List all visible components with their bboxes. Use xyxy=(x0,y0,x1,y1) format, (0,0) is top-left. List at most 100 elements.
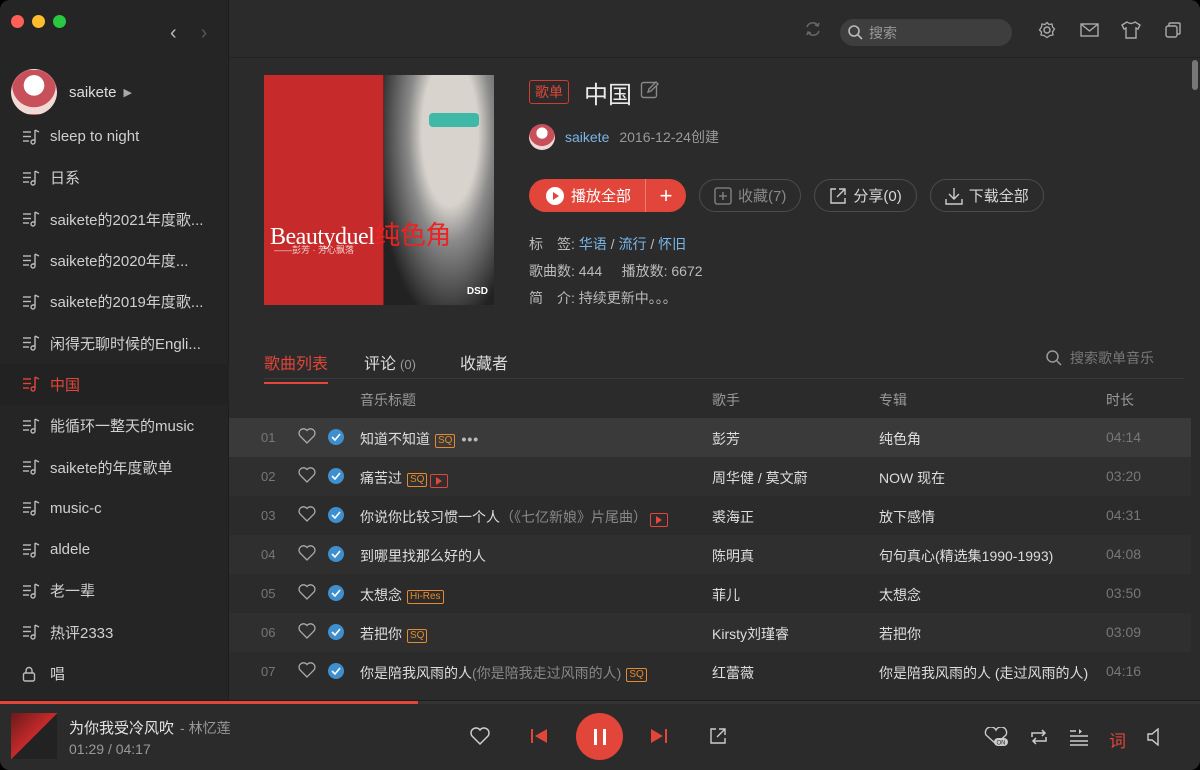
mail-icon[interactable] xyxy=(1079,20,1099,40)
check-icon[interactable] xyxy=(328,585,344,601)
song-artist[interactable]: Kirsty刘瑾睿 xyxy=(712,624,789,644)
song-artist[interactable]: 菲儿 xyxy=(712,585,740,605)
avatar[interactable] xyxy=(11,69,57,115)
sidebar-item-playlist[interactable]: sleep to night xyxy=(0,116,229,157)
sidebar-item-playlist[interactable]: 热评2333 xyxy=(0,612,229,653)
more-icon[interactable]: ••• xyxy=(461,431,479,447)
now-playing-cover[interactable] xyxy=(11,713,57,759)
like-heart-icon[interactable] xyxy=(470,727,490,745)
creator-avatar[interactable] xyxy=(529,124,555,150)
song-album[interactable]: 纯色角 xyxy=(879,429,921,449)
column-duration[interactable]: 时长 xyxy=(1106,390,1134,410)
creator-name[interactable]: saikete xyxy=(565,129,609,145)
progress-bar[interactable] xyxy=(0,701,1200,704)
user-name[interactable]: saikete xyxy=(69,84,117,101)
edit-icon[interactable] xyxy=(640,80,660,105)
table-row[interactable]: 06 若把你 SQ Kirsty刘瑾睿 若把你 03:09 xyxy=(229,613,1191,652)
forward-icon[interactable]: › xyxy=(201,22,208,45)
sidebar-item-playlist[interactable]: 老一辈 xyxy=(0,570,229,611)
gear-icon[interactable] xyxy=(1037,20,1057,40)
share-icon[interactable] xyxy=(709,727,727,745)
table-row[interactable]: 04 到哪里找那么好的人 陈明真 句句真心(精选集1990-1993) 04:08 xyxy=(229,535,1191,574)
tab-songs[interactable]: 歌曲列表 xyxy=(264,350,329,384)
lyrics-button[interactable]: 词 xyxy=(1109,727,1126,752)
pause-button[interactable] xyxy=(576,713,623,760)
scrollbar[interactable] xyxy=(1191,58,1200,700)
sidebar-item-playlist[interactable]: 日系 xyxy=(0,157,229,198)
search-input[interactable]: 搜索 xyxy=(840,19,1012,46)
mini-mode-icon[interactable] xyxy=(1163,20,1183,40)
check-icon[interactable] xyxy=(328,663,344,679)
tab-collectors[interactable]: 收藏者 xyxy=(460,350,508,374)
sidebar-item-playlist[interactable]: 闲得无聊时候的Engli... xyxy=(0,322,229,363)
tag-link[interactable]: 华语 xyxy=(579,236,607,252)
song-album[interactable]: 放下感情 xyxy=(879,507,935,527)
mv-icon[interactable] xyxy=(430,474,449,488)
song-artist[interactable]: 彭芳 xyxy=(712,429,740,449)
column-title[interactable]: 音乐标题 xyxy=(360,390,416,410)
song-title-cell[interactable]: 太想念 Hi-Res xyxy=(360,585,444,605)
sidebar-item-playlist[interactable]: saikete的2020年度... xyxy=(0,240,229,281)
sidebar-item-playlist[interactable]: saikete的年度歌单 xyxy=(0,446,229,487)
heart-icon[interactable] xyxy=(298,506,316,525)
share-button[interactable]: 分享(0) xyxy=(814,179,917,212)
queue-icon[interactable] xyxy=(1069,728,1089,751)
song-album[interactable]: 你是陪我风雨的人 (走过风雨的人) xyxy=(879,663,1088,683)
heart-icon[interactable] xyxy=(298,545,316,564)
volume-icon[interactable] xyxy=(1146,727,1162,751)
collect-button[interactable]: 收藏(7) xyxy=(699,179,802,212)
tag-link[interactable]: 怀旧 xyxy=(658,236,686,252)
caret-right-icon[interactable]: ▶ xyxy=(124,86,132,99)
sidebar-item-playlist[interactable]: saikete的2019年度歌... xyxy=(0,281,229,322)
song-album[interactable]: 若把你 xyxy=(879,624,921,644)
close-window-button[interactable] xyxy=(11,15,24,28)
table-row[interactable]: 03 你说你比较习惯一个人（《七亿新娘》片尾曲） 裘海正 放下感情 04:31 xyxy=(229,496,1191,535)
user-profile[interactable]: saikete ▶ xyxy=(11,69,132,115)
song-title-cell[interactable]: 到哪里找那么好的人 xyxy=(360,546,486,566)
heart-icon[interactable] xyxy=(298,623,316,642)
song-artist[interactable]: 周华健 / 莫文蔚 xyxy=(712,468,808,488)
tag-link[interactable]: 流行 xyxy=(618,236,646,252)
now-playing-info[interactable]: 为你我受冷风吹 - 林忆莲 xyxy=(69,717,231,738)
table-row[interactable]: 05 太想念 Hi-Res 菲儿 太想念 03:50 xyxy=(229,574,1191,613)
heart-icon[interactable] xyxy=(298,428,316,447)
song-artist[interactable]: 红蕾薇 xyxy=(712,663,754,683)
previous-icon[interactable] xyxy=(530,728,548,744)
song-album[interactable]: NOW 现在 xyxy=(879,468,945,488)
check-icon[interactable] xyxy=(328,624,344,640)
check-icon[interactable] xyxy=(328,507,344,523)
column-album[interactable]: 专辑 xyxy=(879,390,907,410)
sync-icon[interactable] xyxy=(804,21,822,42)
download-all-button[interactable]: 下载全部 xyxy=(929,179,1044,212)
song-title-cell[interactable]: 若把你 SQ xyxy=(360,624,428,644)
song-search-input[interactable]: 搜索歌单音乐 xyxy=(1046,348,1154,368)
song-title-cell[interactable]: 知道不知道 SQ ••• xyxy=(360,429,479,449)
check-icon[interactable] xyxy=(328,468,344,484)
song-title-cell[interactable]: 痛苦过 SQ xyxy=(360,468,449,488)
heart-icon[interactable] xyxy=(298,467,316,486)
mv-icon[interactable] xyxy=(650,513,668,527)
repeat-icon[interactable] xyxy=(1029,728,1049,751)
next-icon[interactable] xyxy=(650,728,668,744)
add-to-queue-button[interactable]: + xyxy=(646,179,686,212)
column-artist[interactable]: 歌手 xyxy=(712,390,740,410)
skin-icon[interactable] xyxy=(1121,20,1141,40)
song-album[interactable]: 太想念 xyxy=(879,585,921,605)
check-icon[interactable] xyxy=(328,429,344,445)
sound-effect-icon[interactable]: ON xyxy=(983,726,1009,752)
minimize-window-button[interactable] xyxy=(32,15,45,28)
play-all-button[interactable]: 播放全部 xyxy=(529,179,647,212)
scrollbar-thumb[interactable] xyxy=(1192,60,1198,90)
check-icon[interactable] xyxy=(328,546,344,562)
heart-icon[interactable] xyxy=(298,584,316,603)
back-icon[interactable]: ‹ xyxy=(170,22,177,45)
sidebar-item-playlist[interactable]: 唱 xyxy=(0,653,229,694)
tab-comments[interactable]: 评论 (0) xyxy=(364,350,416,374)
sidebar-item-playlist[interactable]: music-c xyxy=(0,488,229,529)
song-title-cell[interactable]: 你说你比较习惯一个人（《七亿新娘》片尾曲） xyxy=(360,507,668,527)
sidebar-item-playlist[interactable]: aldele xyxy=(0,529,229,570)
song-album[interactable]: 句句真心(精选集1990-1993) xyxy=(879,546,1053,566)
table-row[interactable]: 02 痛苦过 SQ 周华健 / 莫文蔚 NOW 现在 03:20 xyxy=(229,457,1191,496)
table-row[interactable]: 07 你是陪我风雨的人(你是陪我走过风雨的人) SQ 红蕾薇 你是陪我风雨的人 (走过风… xyxy=(229,652,1191,691)
sidebar-item-playlist[interactable]: 能循环一整天的music xyxy=(0,405,229,446)
